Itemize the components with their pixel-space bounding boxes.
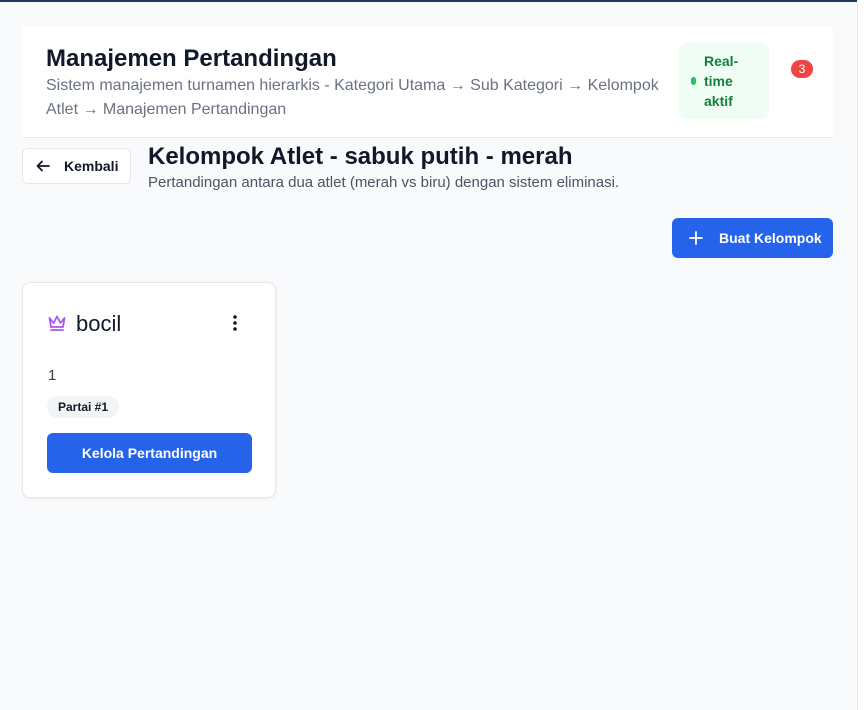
plus-icon [689, 231, 703, 245]
group-card: bocil 1 Partai #1 Kelola Pertandingan [22, 282, 276, 498]
realtime-status-label: Real-time aktif [704, 53, 739, 109]
manage-match-button[interactable]: Kelola Pertandingan [47, 433, 252, 473]
back-button[interactable]: Kembali [22, 148, 131, 184]
crown-icon [48, 315, 66, 331]
notification-badge[interactable]: 3 [791, 60, 813, 78]
scrollbar-track[interactable] [857, 0, 864, 710]
back-button-label: Kembali [64, 158, 119, 174]
arrow-left-icon [36, 160, 50, 172]
match-badge: Partai #1 [47, 396, 120, 418]
group-count: 1 [48, 367, 57, 384]
section-title: Kelompok Atlet - sabuk putih - merah [148, 143, 573, 170]
page-title: Manajemen Pertandingan [46, 45, 337, 72]
group-name: bocil [76, 311, 122, 336]
page-subtitle: Sistem manajemen turnamen hierarkis - Ka… [46, 77, 659, 118]
page-header: Manajemen Pertandingan Sistem manajemen … [22, 26, 833, 138]
create-group-label: Buat Kelompok [719, 230, 822, 246]
status-dot-icon [691, 77, 696, 85]
realtime-status-badge: Real-time aktif [679, 43, 769, 119]
section-subtitle: Pertandingan antara dua atlet (merah vs … [148, 174, 620, 191]
top-border [0, 0, 864, 2]
more-vertical-icon[interactable] [227, 313, 243, 333]
create-group-button[interactable]: Buat Kelompok [672, 218, 833, 258]
